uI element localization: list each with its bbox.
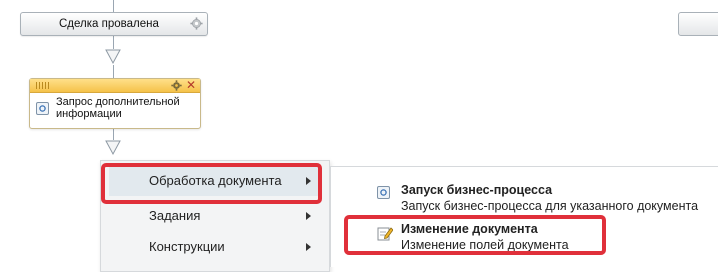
chevron-right-icon (306, 243, 311, 251)
menu-item-tasks[interactable]: Задания (109, 201, 319, 231)
connector-line (113, 65, 114, 78)
activity-block-label: Запрос дополнительной информации (56, 96, 180, 120)
activity-label-line: Запрос дополнительной (56, 96, 180, 108)
highlight-frame (101, 163, 322, 204)
activity-block-partial[interactable] (678, 12, 718, 36)
process-icon (377, 186, 390, 199)
connector-line (113, 0, 114, 12)
activity-block-request-info[interactable]: ✕ Запрос дополнительной информации (29, 78, 201, 129)
gear-icon[interactable] (190, 17, 203, 30)
connector-line (113, 35, 114, 49)
menu-item-label: Задания (149, 208, 201, 223)
drag-handle-icon[interactable] (36, 82, 50, 89)
activity-block-label: Сделка провалена (59, 18, 159, 30)
close-icon[interactable]: ✕ (186, 78, 196, 92)
submenu-item-description: Запуск бизнес-процесса для указанного до… (401, 199, 699, 213)
task-icon (36, 102, 49, 115)
arrow-down-icon (105, 49, 121, 65)
gear-icon[interactable] (171, 80, 182, 91)
menu-item-label: Конструкции (149, 239, 225, 254)
chevron-right-icon (306, 212, 311, 220)
activity-block-header[interactable]: ✕ (30, 78, 200, 93)
menu-item-constructions[interactable]: Конструкции (109, 232, 319, 262)
arrow-down-icon (105, 140, 121, 156)
activity-block-deal-failed[interactable]: Сделка провалена (20, 12, 208, 36)
connector-line (113, 128, 114, 140)
highlight-frame (344, 215, 606, 255)
activity-label-line: информации (56, 108, 122, 120)
submenu-item-title: Запуск бизнес-процесса (401, 183, 553, 197)
